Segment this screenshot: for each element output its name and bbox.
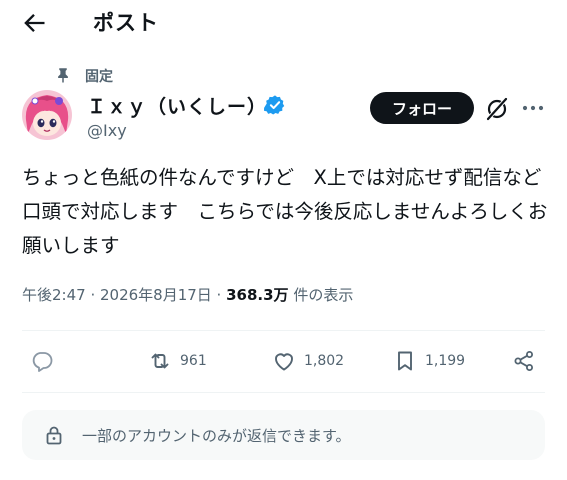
follow-button[interactable]: フォロー bbox=[370, 92, 474, 124]
more-options-icon[interactable] bbox=[520, 98, 546, 118]
lock-icon bbox=[46, 426, 62, 445]
post-timestamp[interactable]: 午後2:47 · 2026年8月17日 · bbox=[22, 286, 226, 304]
reply-button[interactable] bbox=[30, 344, 54, 378]
reply-icon bbox=[32, 352, 53, 372]
header: ポスト bbox=[0, 0, 567, 44]
avatar[interactable] bbox=[22, 90, 72, 140]
grok-icon[interactable] bbox=[484, 96, 510, 122]
back-button[interactable] bbox=[20, 9, 48, 37]
reply-restriction-text: 一部のアカウントのみが返信できます。 bbox=[82, 427, 351, 445]
avatar-image bbox=[22, 90, 72, 140]
arrow-left-icon bbox=[24, 14, 45, 32]
divider bbox=[22, 330, 545, 331]
author-handle[interactable]: @Ixy bbox=[87, 121, 127, 140]
verified-badge-icon[interactable] bbox=[264, 94, 286, 116]
repost-count: 961 bbox=[180, 353, 207, 369]
repost-icon bbox=[151, 353, 169, 369]
share-button[interactable] bbox=[512, 344, 536, 378]
reply-restriction-notice: 一部のアカウントのみが返信できます。 bbox=[22, 410, 545, 460]
view-count-label: 件の表示 bbox=[288, 286, 354, 304]
bookmark-button[interactable]: 1,199 bbox=[393, 344, 465, 378]
divider bbox=[22, 392, 545, 393]
share-icon bbox=[514, 351, 533, 371]
repost-button[interactable]: 961 bbox=[148, 344, 207, 378]
pin-icon bbox=[58, 68, 68, 83]
author-display-name[interactable]: Ｉｘｙ（いくしー） bbox=[87, 92, 267, 119]
post-meta: 午後2:47 · 2026年8月17日 · 368.3万 件の表示 bbox=[22, 284, 353, 305]
heart-icon bbox=[275, 353, 293, 371]
like-button[interactable]: 1,802 bbox=[272, 344, 344, 378]
bookmark-icon bbox=[398, 351, 412, 371]
like-count: 1,802 bbox=[304, 353, 345, 369]
post-text: ちょっと色紙の件なんですけど X上では対応せず配信など口頭で対応します こちらで… bbox=[22, 166, 548, 257]
bookmark-count: 1,199 bbox=[425, 353, 466, 369]
page-title: ポスト bbox=[93, 11, 159, 35]
action-bar: 961 1,802 1,199 bbox=[0, 344, 567, 378]
pinned-label: 固定 bbox=[85, 69, 113, 85]
view-count[interactable]: 368.3万 bbox=[226, 286, 288, 304]
